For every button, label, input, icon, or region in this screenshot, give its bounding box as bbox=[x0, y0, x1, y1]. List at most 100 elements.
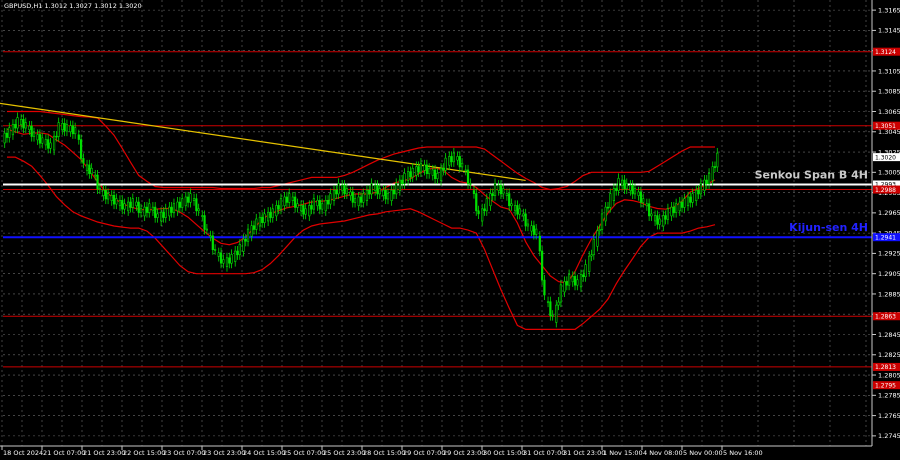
candle-body bbox=[222, 259, 225, 264]
candle-body bbox=[464, 169, 467, 172]
candle-body bbox=[606, 206, 610, 209]
candle-body bbox=[565, 281, 568, 286]
candle-body bbox=[670, 206, 673, 217]
candle-body bbox=[623, 179, 626, 190]
y-tick-label: 1.2805 bbox=[878, 371, 900, 379]
candle-body bbox=[493, 183, 497, 196]
candle-body bbox=[417, 166, 420, 173]
candle-body bbox=[288, 193, 291, 203]
candle-body bbox=[489, 193, 492, 207]
candle-body bbox=[211, 235, 214, 250]
candle-body bbox=[469, 183, 472, 185]
candle-body bbox=[36, 134, 39, 141]
x-tick-label: 21 Oct 23:00 bbox=[83, 449, 125, 457]
candle-body bbox=[172, 203, 176, 213]
candle-body bbox=[3, 132, 6, 144]
candle-body bbox=[20, 118, 23, 125]
candle-body bbox=[225, 257, 229, 267]
candle-body bbox=[246, 228, 250, 242]
candle-body bbox=[485, 198, 488, 212]
candle-body bbox=[683, 198, 686, 208]
candle-body bbox=[236, 250, 239, 256]
candle-body bbox=[546, 301, 550, 304]
candle-body bbox=[695, 189, 698, 201]
level-price-box-label: 1.3124 bbox=[875, 49, 896, 56]
candle-body bbox=[337, 183, 340, 195]
candle-body bbox=[5, 132, 9, 138]
candle-body bbox=[499, 184, 503, 195]
candle-body bbox=[321, 203, 324, 210]
candle-body bbox=[110, 194, 113, 202]
candle-body bbox=[14, 124, 17, 129]
candle-body bbox=[582, 274, 585, 278]
candle-body bbox=[505, 193, 508, 196]
plot-background bbox=[0, 0, 900, 460]
candle-body bbox=[104, 189, 107, 200]
candle-body bbox=[535, 228, 538, 235]
candle-body bbox=[137, 201, 140, 213]
x-tick-label: 5 Nov 16:00 bbox=[723, 449, 763, 457]
candle-body bbox=[568, 274, 571, 286]
candle-body bbox=[57, 122, 60, 137]
x-tick-label: 4 Nov 08:00 bbox=[643, 449, 683, 457]
y-tick-label: 1.2885 bbox=[878, 290, 900, 298]
candle-body bbox=[127, 201, 130, 212]
x-tick-label: 1 Nov 15:00 bbox=[603, 449, 643, 457]
candle-body bbox=[604, 206, 607, 222]
candle-body bbox=[131, 198, 134, 208]
candle-body bbox=[123, 203, 126, 210]
candle-body bbox=[238, 243, 241, 256]
candle-body bbox=[384, 189, 387, 200]
candle-body bbox=[261, 216, 264, 223]
y-tick-label: 1.3165 bbox=[878, 6, 900, 14]
candle-body bbox=[374, 184, 377, 191]
candle-body bbox=[401, 179, 404, 185]
candle-body bbox=[703, 179, 706, 191]
candle-body bbox=[481, 208, 484, 222]
candle-body bbox=[135, 201, 138, 207]
candle-body bbox=[94, 174, 97, 177]
candle-body bbox=[559, 284, 562, 303]
candle-body bbox=[79, 139, 83, 159]
candle-body bbox=[518, 208, 521, 215]
candle-body bbox=[55, 135, 58, 138]
candle-body bbox=[63, 123, 66, 132]
candle-body bbox=[228, 257, 231, 264]
x-tick-label: 28 Oct 15:00 bbox=[363, 449, 405, 457]
y-tick-label: 1.3145 bbox=[878, 27, 900, 35]
x-tick-label: 24 Oct 15:00 bbox=[243, 449, 285, 457]
candle-body bbox=[573, 276, 577, 286]
candle-body bbox=[96, 174, 99, 190]
candle-body bbox=[538, 235, 541, 252]
candle-body bbox=[466, 169, 470, 185]
candle-body bbox=[423, 164, 426, 171]
candle-body bbox=[61, 123, 64, 131]
candle-body bbox=[8, 127, 11, 138]
candle-body bbox=[403, 173, 406, 185]
candle-body bbox=[250, 225, 253, 237]
candle-body bbox=[516, 205, 519, 215]
candle-body bbox=[269, 211, 272, 218]
candle-body bbox=[672, 206, 675, 213]
candle-body bbox=[666, 208, 670, 220]
candle-body bbox=[252, 225, 256, 230]
candle-body bbox=[678, 201, 681, 212]
candle-body bbox=[576, 279, 579, 286]
candle-body bbox=[395, 183, 398, 195]
candle-body bbox=[203, 215, 206, 230]
x-tick-label: 30 Oct 15:00 bbox=[483, 449, 525, 457]
x-tick-label: 22 Oct 15:00 bbox=[123, 449, 165, 457]
candle-body bbox=[201, 215, 204, 217]
candle-body bbox=[329, 193, 332, 205]
candle-body bbox=[522, 213, 525, 217]
candle-body bbox=[442, 167, 445, 171]
candle-body bbox=[115, 198, 118, 205]
candle-body bbox=[219, 252, 223, 264]
candle-body bbox=[154, 206, 157, 218]
candle-body bbox=[357, 196, 360, 207]
candle-body bbox=[316, 200, 319, 207]
candle-body bbox=[164, 208, 167, 218]
candle-body bbox=[662, 215, 665, 227]
candle-body bbox=[555, 304, 558, 323]
candle-body bbox=[362, 193, 365, 203]
